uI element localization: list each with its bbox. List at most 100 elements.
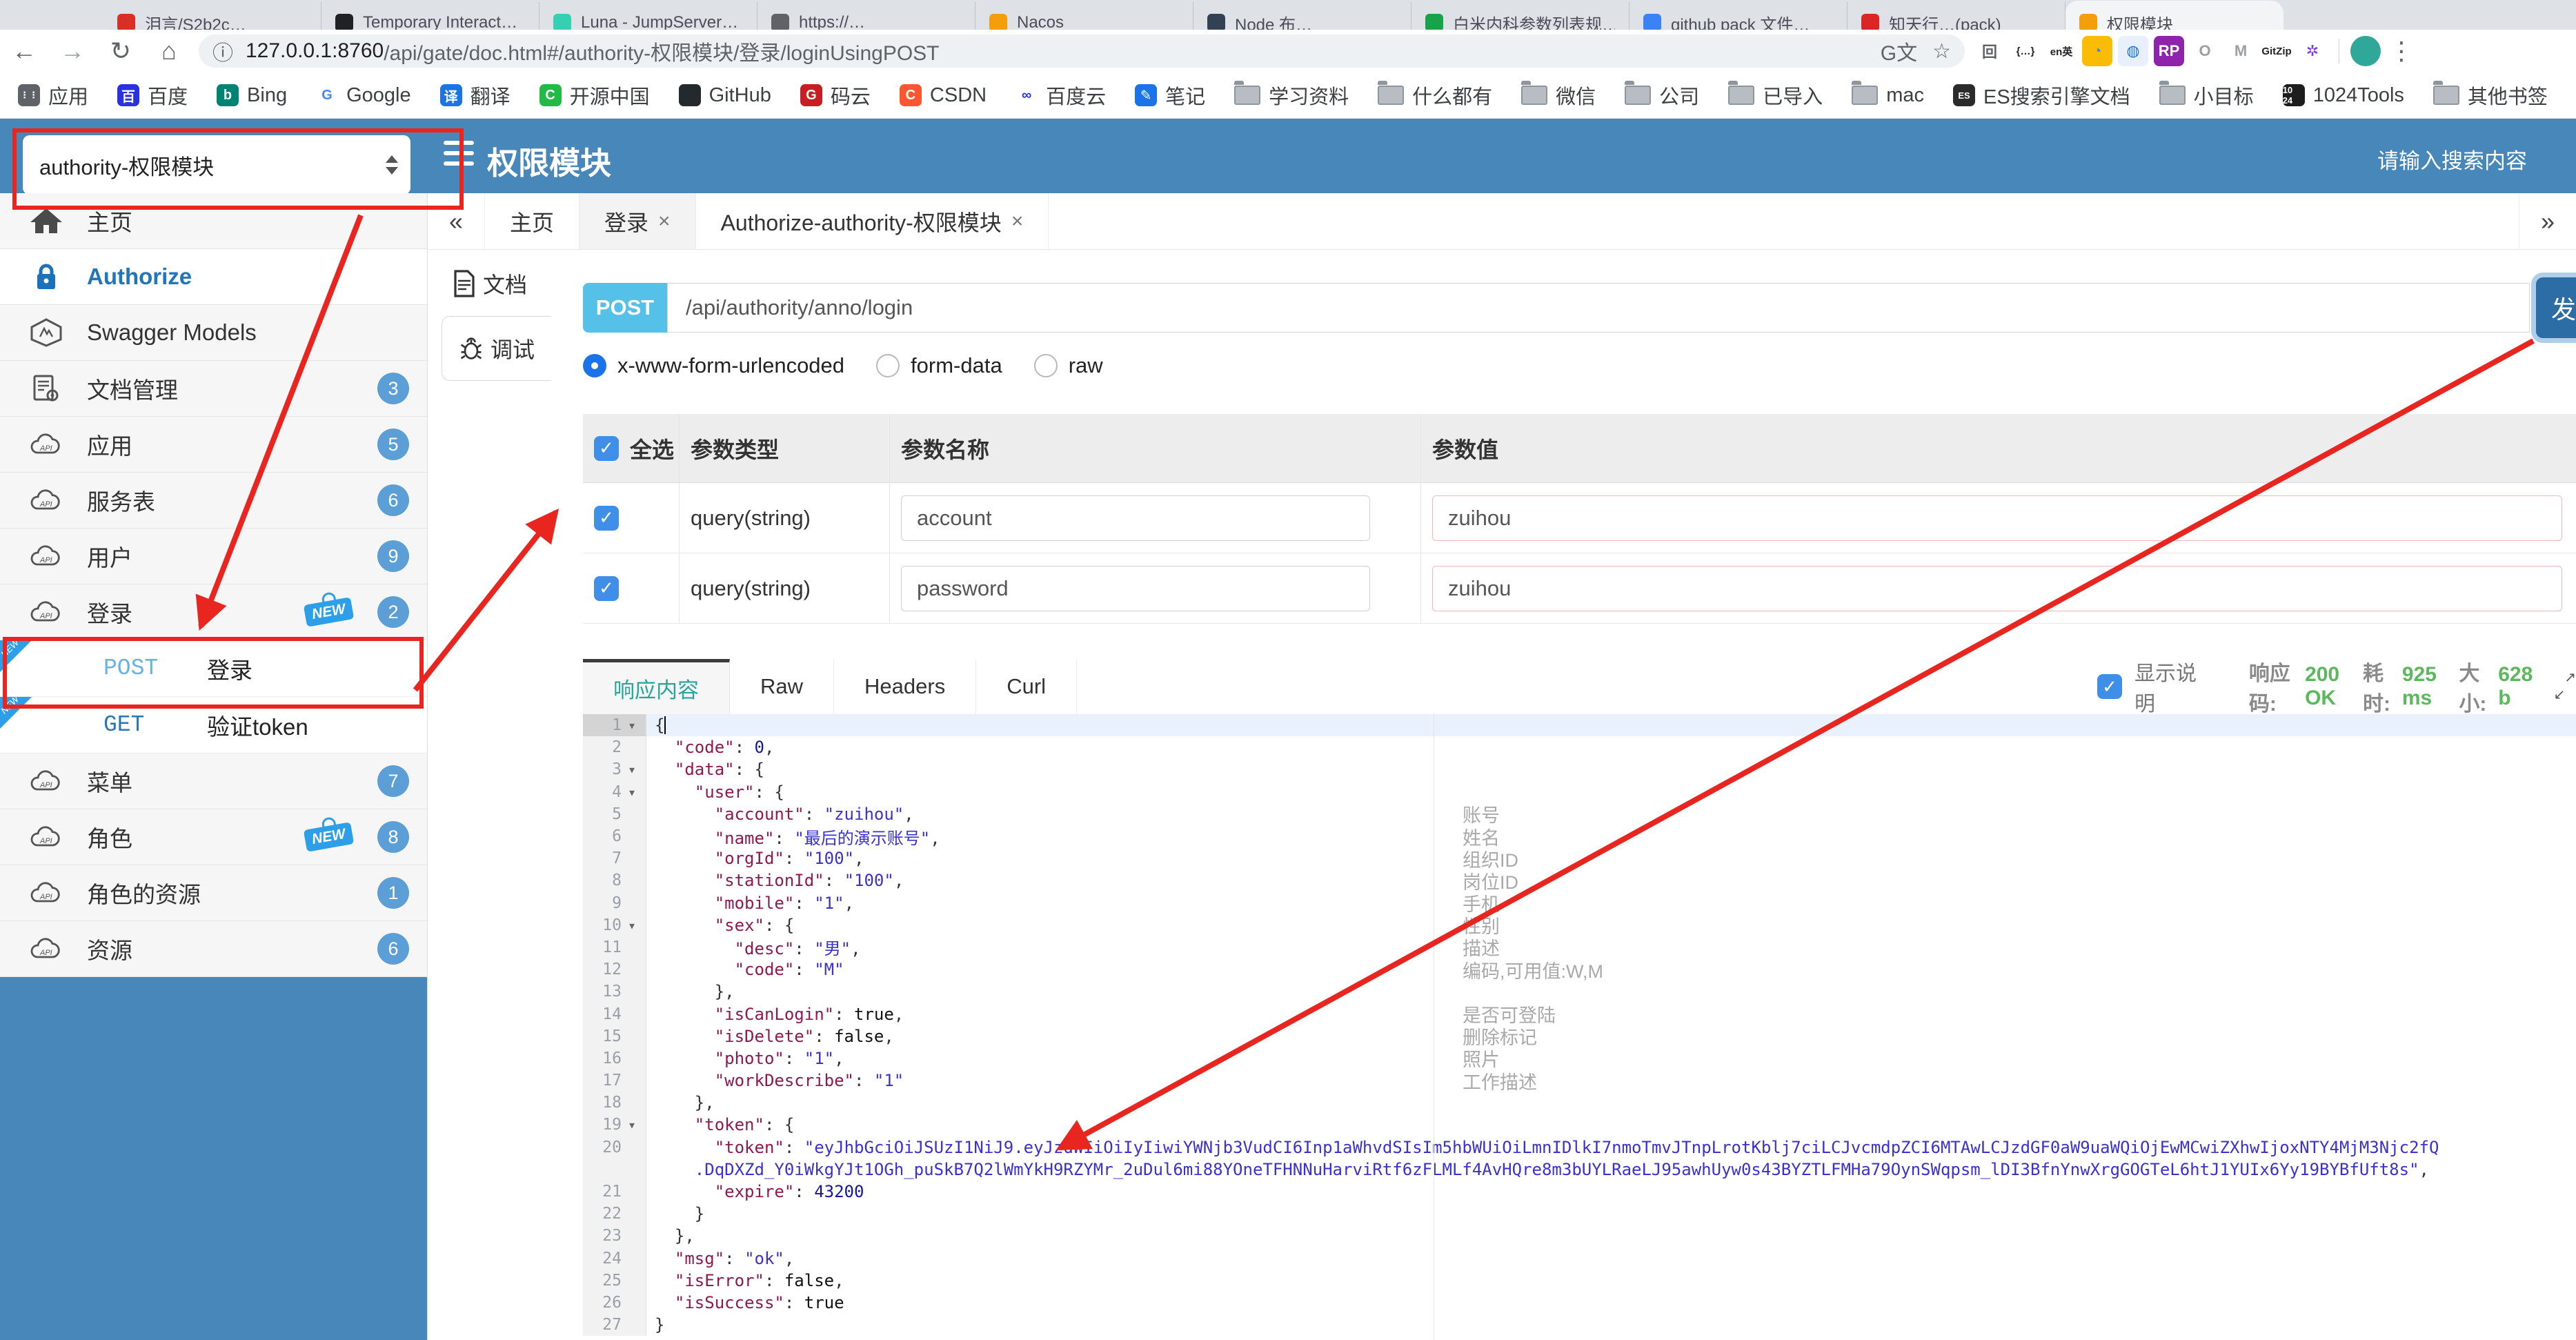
bookmark-star-icon[interactable]: ☆ [1932,39,1951,63]
fold-toggle-icon[interactable]: ▾ [622,784,642,800]
sidebar-endpoint-验证token[interactable]: NEW GET 验证token [0,697,427,753]
address-bar[interactable]: ⓘ 127.0.0.1:8760 /api/gate/doc.html#/aut… [199,35,1965,68]
param-value-input[interactable]: zuihou [1432,495,2562,541]
content-tab[interactable]: Authorize-authority-权限模块 × [696,193,1049,249]
bookmark-item[interactable]: 10 24 1024Tools [2282,84,2404,107]
bookmark-item[interactable]: 学习资料 [1234,81,1349,110]
response-editor[interactable]: 1 ▾{2 "code": 0, 3 ▾ "data": {4 ▾ "user": {5… [583,714,2576,1340]
body-type-radio[interactable]: form-data [876,353,1002,378]
bookmark-item[interactable]: C CSDN [899,84,987,107]
bookmark-item[interactable]: GitHub [678,84,771,107]
body-type-radio[interactable]: raw [1033,353,1103,378]
bookmark-item[interactable]: 微信 [1521,81,1596,110]
sidebar-item-用户[interactable]: API 用户 9 [0,529,427,584]
bookmark-item[interactable]: 译翻译 [439,81,511,110]
bookmark-item[interactable]: 公司 [1625,81,1699,110]
tab-close-icon[interactable]: × [1011,210,1024,233]
ext-globe-icon[interactable]: ◍ [2118,36,2148,66]
response-tab-响应内容[interactable]: 响应内容 [583,659,730,714]
browser-tab[interactable]: 知天行…(pack) [1847,2,2065,30]
tabs-scroll-right-icon[interactable]: » [2519,193,2576,249]
header-search-input[interactable]: 请输入搜索内容 [2377,144,2527,175]
bookmark-item[interactable]: b Bing [217,84,287,107]
sidebar-item-主页[interactable]: 主页 [0,193,427,249]
sidebar-item-登录[interactable]: API 登录 NEW 2 [0,584,427,640]
param-checkbox[interactable]: ✓ [594,505,619,531]
sidebar-item-资源[interactable]: API 资源 6 [0,921,427,977]
browser-tab[interactable]: 泪言/S2b2c… [103,2,321,30]
ext-rp-icon[interactable]: RP [2154,36,2184,66]
response-tab-Headers[interactable]: Headers [834,659,977,714]
sidebar-item-菜单[interactable]: API 菜单 7 [0,753,427,809]
bookmark-item[interactable]: ⋮⋮ 应用 [18,81,88,110]
sidebar-endpoint-登录[interactable]: NEW POST 登录 [0,640,427,697]
tab-document[interactable]: 文档 [453,268,527,299]
bookmark-item[interactable]: G 码云 [800,81,871,110]
body-type-radio[interactable]: x-www-form-urlencoded [583,353,844,378]
expand-icon[interactable]: ↗ ↙ [2554,670,2576,702]
bookmark-item[interactable]: ∞ 百度云 [1015,81,1106,110]
reload-icon[interactable]: ↻ [97,37,145,66]
page-info-icon[interactable]: ⓘ [212,36,233,66]
browser-tab[interactable]: https://… [757,2,975,30]
sidebar-item-角色的资源[interactable]: API 角色的资源 1 [0,865,427,921]
back-icon[interactable]: ← [0,37,48,66]
browser-menu-icon[interactable]: ⋮ [2386,37,2417,66]
bookmark-item[interactable]: ES ES搜索引擎文档 [1952,81,2130,110]
content-tab[interactable]: 主页 [485,193,580,249]
sidebar-item-应用[interactable]: API 应用 5 [0,417,427,473]
browser-tab[interactable]: Luna - JumpServer… [539,2,757,30]
browser-tab[interactable]: Temporary Interact… [321,2,539,30]
menu-toggle-icon[interactable] [444,141,474,166]
sidebar-item-文档管理[interactable]: 文档管理 3 [0,361,427,417]
bookmark-item[interactable]: 小目标 [2159,81,2254,110]
content-tab[interactable]: 登录 × [579,193,696,249]
param-name-input[interactable]: password [901,565,1370,611]
tabs-scroll-left-icon[interactable]: « [428,193,485,249]
bookmark-item[interactable]: mac [1852,81,1924,107]
fold-toggle-icon[interactable]: ▾ [622,761,642,778]
ext-chrome-icon[interactable]: ◔ [2082,36,2112,66]
ext-gitzip-icon[interactable]: GitZip [2261,36,2292,66]
bookmark-item[interactable]: 已导入 [1728,81,1823,110]
tab-debug[interactable]: 调试 [442,316,551,381]
translate-icon[interactable]: G文 [1881,36,1917,66]
param-value-input[interactable]: zuihou [1432,565,2562,611]
request-url-input[interactable]: /api/authority/anno/login [667,283,2530,333]
module-select[interactable]: authority-权限模块 [23,135,410,195]
bookmark-item[interactable]: 什么都有 [1378,81,1492,110]
bookmark-item[interactable]: 其他书签 [2433,81,2548,110]
bookmark-item[interactable]: ✎ 笔记 [1135,81,1205,110]
bookmark-item[interactable]: G Google [316,84,411,107]
browser-tab[interactable]: Nacos [975,2,1193,30]
bookmark-item[interactable]: C 开源中国 [539,81,650,110]
browser-tab[interactable]: 白米内科参数列表规… [1411,2,1629,30]
browser-tab[interactable]: github pack 文件… [1629,2,1847,30]
send-button[interactable]: 发 [2536,277,2576,338]
tab-close-icon[interactable]: × [658,210,671,233]
ext-ring-icon[interactable]: O [2190,36,2220,66]
fold-toggle-icon[interactable]: ▾ [622,917,642,934]
select-all-checkbox[interactable]: ✓ [594,435,619,461]
ext-tampermonkey-icon[interactable]: M [2226,36,2256,66]
sidebar-item-服务表[interactable]: API 服务表 6 [0,473,427,529]
ext-braces-icon[interactable]: {…} [2010,36,2041,66]
fold-toggle-icon[interactable]: ▾ [622,1116,642,1133]
forward-icon[interactable]: → [48,37,97,66]
sidebar-item-角色[interactable]: API 角色 NEW 8 [0,809,427,865]
response-tab-Raw[interactable]: Raw [730,659,835,714]
bookmark-item[interactable]: 百百度 [117,81,188,110]
ext-grid-icon[interactable]: 回 [1974,36,2005,66]
show-desc-checkbox[interactable]: ✓ [2097,674,2122,699]
sidebar-item-Swagger Models[interactable]: Swagger Models [0,305,427,361]
sidebar-item-Authorize[interactable]: Authorize [0,249,427,305]
browser-tab[interactable]: 权限模块 [2065,1,2283,30]
ext-asterisk-icon[interactable]: ✲ [2297,36,2328,66]
home-icon[interactable]: ⌂ [145,37,193,66]
param-checkbox[interactable]: ✓ [594,575,619,601]
response-tab-Curl[interactable]: Curl [976,659,1078,714]
browser-tab[interactable]: Node 布… [1193,2,1411,30]
fold-toggle-icon[interactable]: ▾ [622,717,642,733]
ext-translate-en-icon[interactable]: en英 [2046,36,2077,66]
profile-avatar[interactable] [2350,36,2381,66]
